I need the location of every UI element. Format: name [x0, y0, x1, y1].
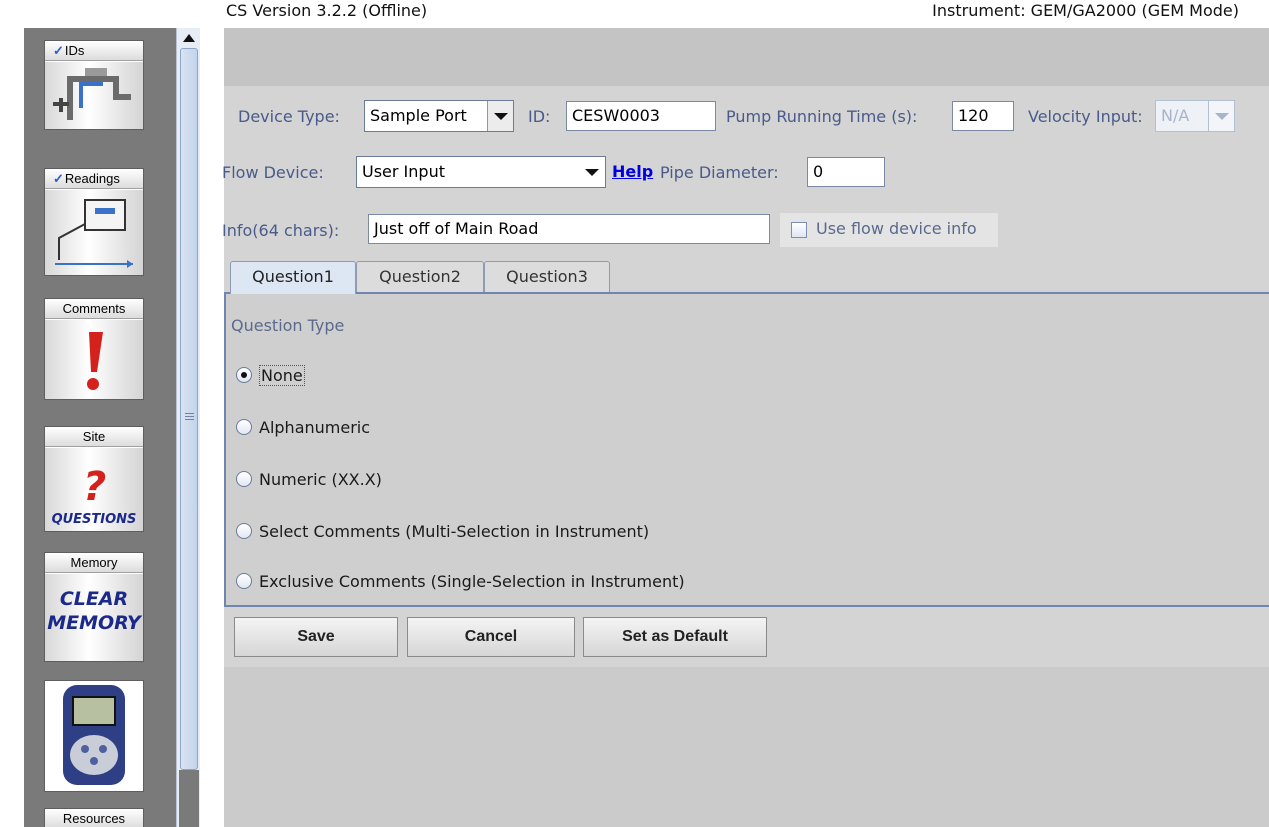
sidebar-item-memory[interactable]: Memory CLEAR MEMORY: [44, 552, 144, 662]
velocity-input-value: N/A: [1161, 106, 1190, 125]
questions-icon: ? QUESTIONS: [45, 448, 143, 531]
title-bar: CS Version 3.2.2 (Offline) Instrument: G…: [0, 0, 1269, 28]
pump-running-time-label: Pump Running Time (s):: [726, 107, 918, 126]
radio-select-comments[interactable]: Select Comments (Multi-Selection in Inst…: [236, 522, 649, 541]
sidebar-item-device[interactable]: [44, 680, 144, 792]
sidebar-scrollbar[interactable]: [176, 28, 200, 827]
radio-icon[interactable]: [236, 471, 252, 487]
id-label: ID:: [528, 107, 551, 126]
save-button[interactable]: Save: [234, 617, 398, 657]
sidebar-item-resources[interactable]: Resources: [44, 808, 144, 827]
header-strip: [224, 28, 1269, 86]
question-type-title: Question Type: [231, 316, 345, 335]
device-icon: [45, 681, 143, 791]
tab-question3[interactable]: Question3: [484, 261, 610, 293]
use-flow-device-info-checkbox[interactable]: Use flow device info: [780, 213, 998, 247]
sidebar-item-comments[interactable]: Comments: [44, 298, 144, 400]
sidebar-item-label: ✓Readings: [45, 169, 143, 189]
version-text: CS Version 3.2.2 (Offline): [226, 1, 428, 20]
meter-icon: [45, 190, 143, 275]
pipe-diameter-label: Pipe Diameter:: [660, 163, 779, 182]
radio-icon[interactable]: [236, 419, 252, 435]
instrument-text: Instrument: GEM/GA2000 (GEM Mode): [932, 1, 1239, 20]
radio-label: Exclusive Comments (Single-Selection in …: [259, 572, 685, 591]
sidebar-item-label: Site: [45, 427, 143, 447]
radio-label: None: [259, 365, 305, 386]
scroll-up-arrow-icon[interactable]: [181, 30, 197, 46]
radio-icon[interactable]: [236, 523, 252, 539]
radio-exclusive-comments[interactable]: Exclusive Comments (Single-Selection in …: [236, 572, 685, 591]
sidebar-item-label: Comments: [45, 299, 143, 319]
main-panel: Device Type: Sample Port ID: CESW0003 Pu…: [222, 28, 1269, 827]
sidebar-item-label: Memory: [45, 553, 143, 573]
radio-numeric[interactable]: Numeric (XX.X): [236, 470, 382, 489]
tab-question1[interactable]: Question1: [230, 261, 356, 294]
sidebar-item-label: ✓IDs: [45, 41, 143, 61]
sidebar-item-readings[interactable]: ✓Readings: [44, 168, 144, 276]
empty-area: [224, 667, 1269, 827]
checkbox-icon[interactable]: [791, 222, 807, 238]
pump-running-time-field[interactable]: 120: [952, 101, 1014, 131]
radio-label: Alphanumeric: [259, 418, 371, 437]
device-type-value: Sample Port: [370, 106, 467, 125]
flow-device-value: User Input: [362, 162, 445, 181]
tab-question2[interactable]: Question2: [356, 261, 484, 293]
svg-text:?: ?: [83, 464, 106, 510]
questions-art-text: QUESTIONS: [51, 512, 137, 527]
cancel-button[interactable]: Cancel: [407, 617, 575, 657]
sidebar-item-label: Resources: [45, 809, 143, 827]
scrollbar-thumb[interactable]: [180, 48, 198, 770]
radio-label: Numeric (XX.X): [259, 470, 382, 489]
sidebar: ✓IDs ✓Readings Comments Site ? QUESTIONS…: [24, 28, 176, 827]
info-field[interactable]: Just off of Main Road: [368, 214, 770, 244]
clear-art-text: CLEAR: [59, 588, 129, 610]
dropdown-arrow-icon[interactable]: [579, 157, 605, 187]
help-link[interactable]: Help: [612, 162, 653, 181]
id-field[interactable]: CESW0003: [566, 101, 716, 131]
info-label: Info(64 chars):: [222, 221, 340, 240]
exclamation-icon: [45, 320, 143, 399]
set-as-default-button[interactable]: Set as Default: [583, 617, 767, 657]
dropdown-arrow-icon[interactable]: [487, 101, 513, 131]
pipe-icon: [45, 62, 143, 129]
question-tab-panel: Question Type None Alphanumeric Numeric …: [224, 292, 1269, 607]
sidebar-item-ids[interactable]: ✓IDs: [44, 40, 144, 130]
velocity-input-label: Velocity Input:: [1028, 107, 1143, 126]
radio-alphanumeric[interactable]: Alphanumeric: [236, 418, 370, 437]
sidebar-item-site-questions[interactable]: Site ? QUESTIONS: [44, 426, 144, 532]
clear-memory-icon: CLEAR MEMORY: [45, 574, 143, 661]
pipe-diameter-field[interactable]: 0: [807, 157, 885, 187]
memory-art-text: MEMORY: [47, 612, 141, 634]
radio-label: Select Comments (Multi-Selection in Inst…: [259, 522, 650, 541]
velocity-input-select: N/A: [1155, 100, 1235, 132]
radio-icon[interactable]: [236, 573, 252, 589]
radio-none[interactable]: None: [236, 365, 305, 386]
dropdown-arrow-icon: [1208, 101, 1234, 131]
device-type-label: Device Type:: [238, 107, 340, 126]
scrollbar-track-lower: [179, 770, 199, 827]
grip-icon: [185, 413, 194, 414]
device-type-select[interactable]: Sample Port: [364, 100, 514, 132]
use-flow-device-info-label: Use flow device info: [816, 219, 977, 238]
radio-selected-icon[interactable]: [236, 367, 252, 383]
flow-device-select[interactable]: User Input: [356, 156, 606, 188]
flow-device-label: Flow Device:: [222, 163, 324, 182]
